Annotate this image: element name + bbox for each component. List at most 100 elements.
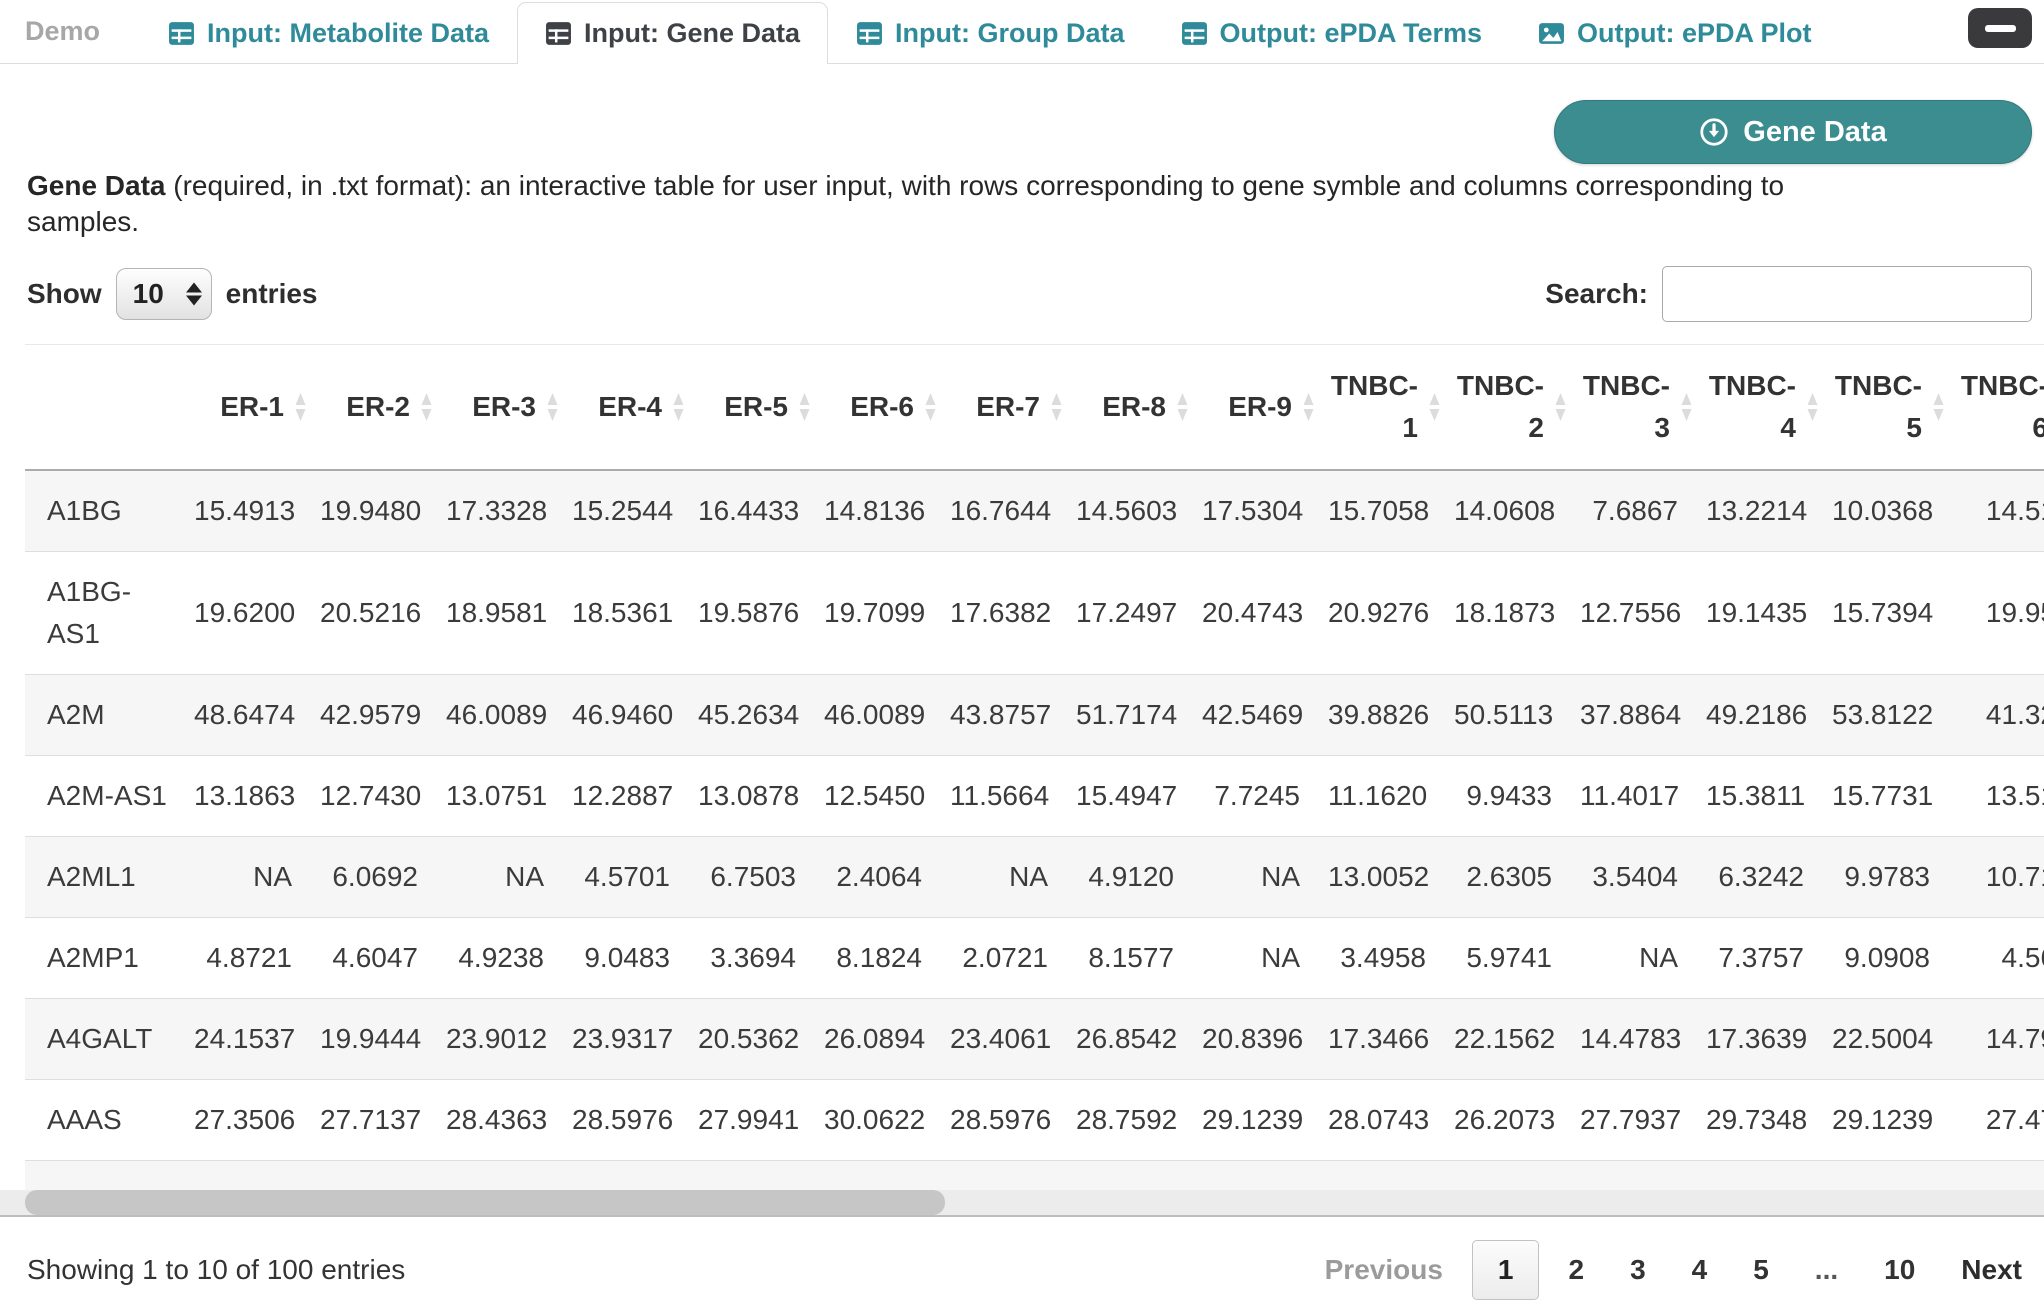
table-row-a2m: A2M48.647442.957946.008946.946045.263446… xyxy=(25,675,2044,756)
value-cell: 15.7394 xyxy=(1826,552,1952,675)
column-header-er-2[interactable]: ER-2 xyxy=(314,345,440,471)
column-header-er-9[interactable]: ER-9 xyxy=(1196,345,1322,471)
description-lead: Gene Data xyxy=(27,170,166,201)
column-header-er-4[interactable]: ER-4 xyxy=(566,345,692,471)
column-header-tnbc-1[interactable]: TNBC-1 xyxy=(1322,345,1448,471)
value-cell: 28.0743 xyxy=(1322,1080,1448,1161)
gene-name-cell: AAAS xyxy=(25,1080,188,1161)
horizontal-scrollbar-track[interactable] xyxy=(0,1190,2044,1215)
column-header-label: TNBC-4 xyxy=(1709,370,1796,443)
sort-icon xyxy=(1428,392,1441,422)
page-button-10[interactable]: 10 xyxy=(1861,1254,1938,1286)
value-cell: 2.0721 xyxy=(944,918,1070,999)
value-cell: 20.5362 xyxy=(692,999,818,1080)
sort-icon xyxy=(924,392,937,422)
value-cell: 9.0483 xyxy=(566,918,692,999)
value-cell: NA xyxy=(440,837,566,918)
value-cell: 14.5603 xyxy=(1070,470,1196,552)
column-header-er-6[interactable]: ER-6 xyxy=(818,345,944,471)
table-header-row: ER-1ER-2ER-3ER-4ER-5ER-6ER-7ER-8ER-9TNBC… xyxy=(25,345,2044,471)
value-cell: 28.7592 xyxy=(1070,1080,1196,1161)
value-cell: 13.1863 xyxy=(188,756,314,837)
column-header-er-7[interactable]: ER-7 xyxy=(944,345,1070,471)
value-cell: 17.5304 xyxy=(1196,470,1322,552)
gene-name-cell: A1BG xyxy=(25,470,188,552)
next-page-button[interactable]: Next xyxy=(1938,1254,2032,1286)
table-icon xyxy=(545,20,572,47)
value-cell: 3.3694 xyxy=(692,918,818,999)
tab-label: Input: Gene Data xyxy=(584,18,800,49)
corner-header-cell[interactable] xyxy=(25,345,188,471)
collapse-button[interactable] xyxy=(1968,8,2032,48)
tab-output-epda-terms[interactable]: Output: ePDA Terms xyxy=(1153,2,1511,64)
sort-icon xyxy=(1932,392,1945,422)
value-cell: 16.4433 xyxy=(692,470,818,552)
sort-icon xyxy=(294,392,307,422)
value-cell: 26.9612 xyxy=(1322,1161,1448,1191)
value-cell: NA xyxy=(1196,837,1322,918)
column-header-er-3[interactable]: ER-3 xyxy=(440,345,566,471)
value-cell: 27.9941 xyxy=(692,1080,818,1161)
value-cell: 8.1824 xyxy=(818,918,944,999)
entries-select[interactable]: 10 xyxy=(116,268,212,320)
page-button-5[interactable]: 5 xyxy=(1730,1254,1792,1286)
page-button-1[interactable]: 1 xyxy=(1472,1240,1540,1300)
column-header-tnbc-4[interactable]: TNBC-4 xyxy=(1700,345,1826,471)
value-cell: 12.5450 xyxy=(818,756,944,837)
horizontal-scrollbar-thumb[interactable] xyxy=(25,1190,945,1215)
column-header-tnbc-6[interactable]: TNBC-6 xyxy=(1952,345,2044,471)
tab-input-gene-data[interactable]: Input: Gene Data xyxy=(517,2,828,64)
value-cell: 19.9444 xyxy=(314,999,440,1080)
value-cell: 28.5976 xyxy=(566,1080,692,1161)
tab-label: Input: Group Data xyxy=(895,18,1124,49)
value-cell: 17.6382 xyxy=(944,552,1070,675)
previous-page-button[interactable]: Previous xyxy=(1302,1254,1466,1286)
value-cell: 30.0622 xyxy=(818,1080,944,1161)
tab-output-epda-plot[interactable]: Output: ePDA Plot xyxy=(1510,2,1839,64)
value-cell: 26.0894 xyxy=(818,999,944,1080)
page-button-2[interactable]: 2 xyxy=(1545,1254,1607,1286)
value-cell: 42.5469 xyxy=(1196,675,1322,756)
page-button-4[interactable]: 4 xyxy=(1669,1254,1731,1286)
value-cell: 22.1562 xyxy=(1448,999,1574,1080)
sort-icon xyxy=(1554,392,1567,422)
value-cell: 30.7202 xyxy=(1196,1161,1322,1191)
tab-input-metabolite-data[interactable]: Input: Metabolite Data xyxy=(140,2,517,64)
table-row-a4galt: A4GALT24.153719.944423.901223.931720.536… xyxy=(25,999,2044,1080)
page-button-3[interactable]: 3 xyxy=(1607,1254,1669,1286)
column-header-er-8[interactable]: ER-8 xyxy=(1070,345,1196,471)
value-cell: 49.2186 xyxy=(1700,675,1826,756)
value-cell: 18.5361 xyxy=(566,552,692,675)
column-header-tnbc-3[interactable]: TNBC-3 xyxy=(1574,345,1700,471)
table-controls: Show 10 entries Search: xyxy=(27,262,2032,326)
value-cell: 20.8396 xyxy=(1196,999,1322,1080)
column-header-er-1[interactable]: ER-1 xyxy=(188,345,314,471)
value-cell: 4.9238 xyxy=(440,918,566,999)
value-cell: 19.6200 xyxy=(188,552,314,675)
value-cell: 28.4363 xyxy=(440,1080,566,1161)
table-icon xyxy=(168,20,195,47)
column-header-er-5[interactable]: ER-5 xyxy=(692,345,818,471)
sort-icon xyxy=(1302,392,1315,422)
value-cell: 14.4783 xyxy=(1574,999,1700,1080)
value-cell: 2.4064 xyxy=(818,837,944,918)
search-input[interactable] xyxy=(1662,266,2032,322)
column-header-tnbc-5[interactable]: TNBC-5 xyxy=(1826,345,1952,471)
gene-name-cell: A2MP1 xyxy=(25,918,188,999)
value-cell: 26.2073 xyxy=(1448,1080,1574,1161)
value-cell: 29.7348 xyxy=(1700,1080,1826,1161)
value-cell: 4.5701 xyxy=(566,837,692,918)
value-cell: 9.0908 xyxy=(1826,918,1952,999)
value-cell: 27.7137 xyxy=(314,1080,440,1161)
value-cell: 43.8757 xyxy=(944,675,1070,756)
download-gene-data-button[interactable]: Gene Data xyxy=(1554,100,2032,164)
value-cell: 15.3811 xyxy=(1700,756,1826,837)
value-cell: 12.2887 xyxy=(566,756,692,837)
value-cell: 26.8542 xyxy=(1070,999,1196,1080)
tab-input-group-data[interactable]: Input: Group Data xyxy=(828,2,1152,64)
value-cell: 17.3328 xyxy=(440,470,566,552)
value-cell: 28.5976 xyxy=(944,1080,1070,1161)
value-cell: 20.4743 xyxy=(1196,552,1322,675)
value-cell: 15.7731 xyxy=(1826,756,1952,837)
column-header-tnbc-2[interactable]: TNBC-2 xyxy=(1448,345,1574,471)
